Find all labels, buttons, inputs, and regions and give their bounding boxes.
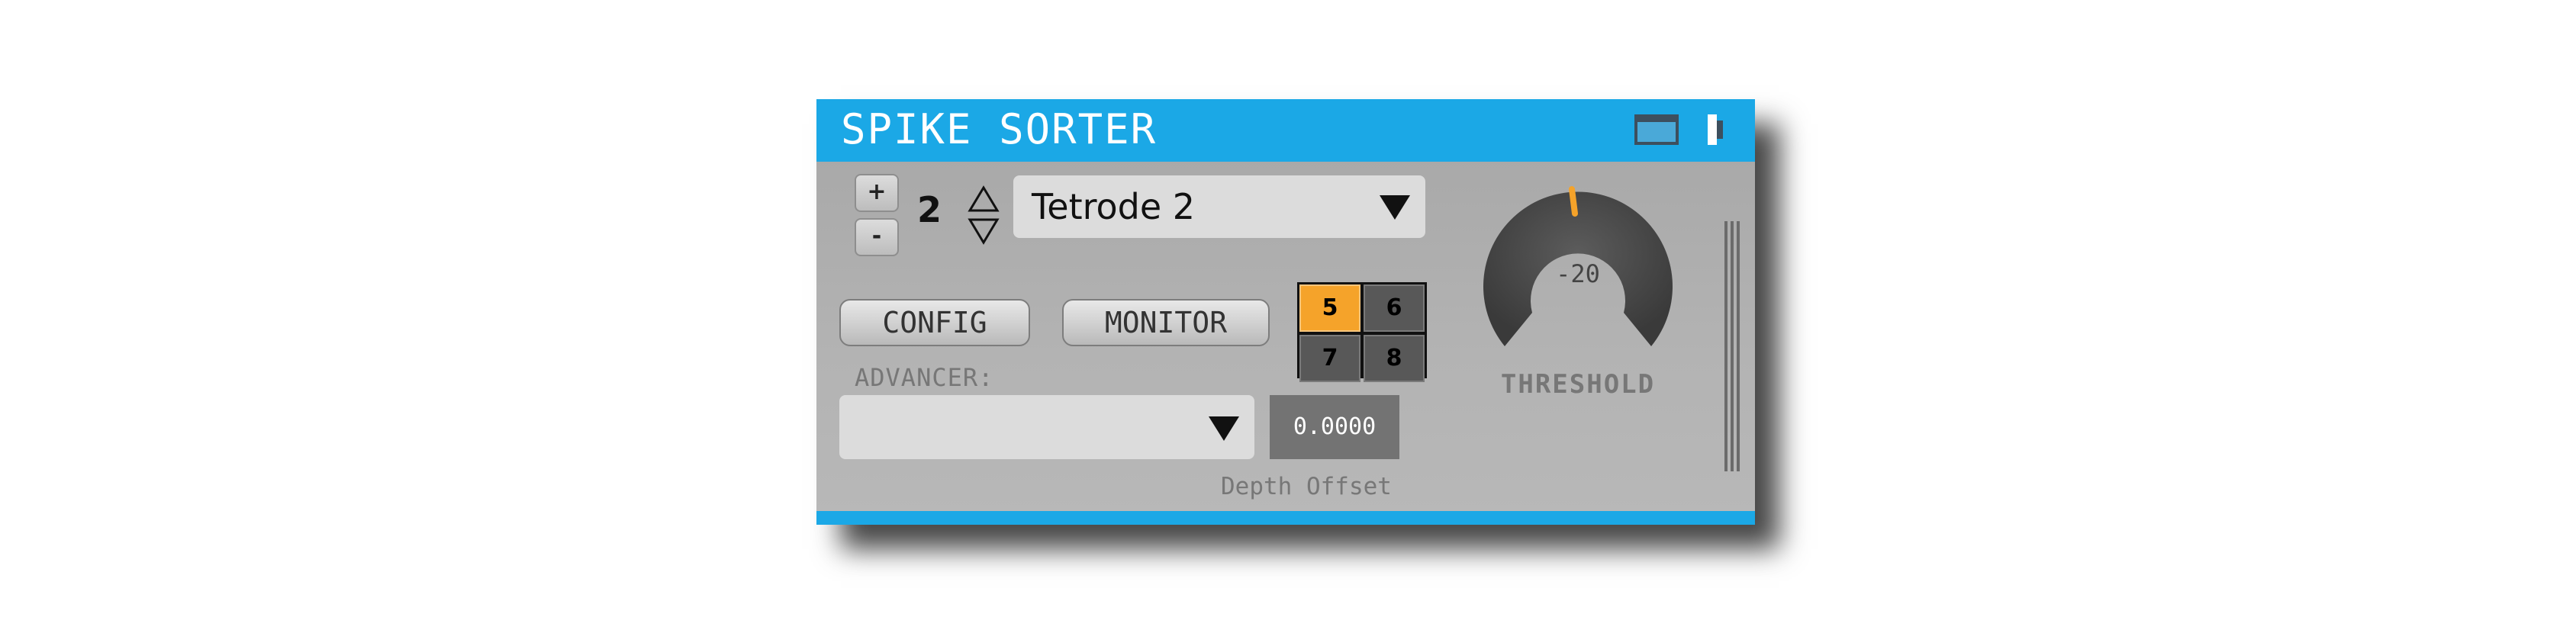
advancer-select[interactable] [839,395,1254,459]
add-electrode-button[interactable]: + [855,174,899,212]
config-button[interactable]: CONFIG [839,299,1030,346]
meter-line [1737,221,1740,471]
up-down-stepper-icon[interactable] [966,185,1001,246]
chevron-down-icon [1209,416,1239,441]
knob-indicator [1569,186,1578,217]
meter-line [1731,221,1734,471]
stepper-up-icon[interactable] [968,185,1000,212]
remove-electrode-button[interactable]: - [855,218,899,256]
spike-sorter-panel: SPIKE SORTER + - 2 Tetrode 2 CONFIG MONI… [816,99,1755,525]
electrode-select[interactable]: Tetrode 2 [1013,175,1425,238]
channel-selector-grid: 5 6 7 8 [1297,282,1427,382]
bottom-bar [816,511,1755,525]
channel-toggle-7[interactable]: 7 [1299,335,1360,382]
panel-title: SPIKE SORTER [841,105,1158,153]
pin-tip [1717,121,1723,139]
monitor-button[interactable]: MONITOR [1062,299,1270,346]
window-maximize-icon[interactable] [1634,114,1679,145]
electrode-count: 2 [917,189,942,230]
channel-toggle-8[interactable]: 8 [1364,335,1425,382]
stepper-down-icon[interactable] [968,218,1000,245]
threshold-value: -20 [1556,259,1600,288]
depth-offset-field[interactable]: 0.0000 [1270,395,1399,459]
channel-toggle-6[interactable]: 6 [1364,284,1425,332]
chevron-down-icon [1380,195,1410,220]
advancer-label: ADVANCER: [855,363,994,392]
depth-offset-label: Depth Offset [1221,473,1392,500]
channel-toggle-5[interactable]: 5 [1299,284,1360,332]
meter-line [1724,221,1728,471]
threshold-label: THRESHOLD [1500,369,1656,400]
threshold-knob[interactable]: -20 [1480,178,1676,362]
pin-icon[interactable] [1708,114,1726,145]
level-meter [1724,221,1740,471]
title-bar[interactable]: SPIKE SORTER [816,99,1755,162]
pin-bar [1708,114,1717,145]
electrode-select-value: Tetrode 2 [1032,186,1196,227]
